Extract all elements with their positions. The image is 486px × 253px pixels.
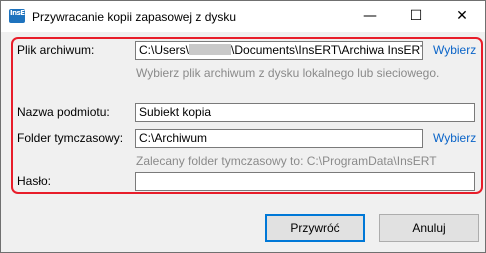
archive-file-field[interactable]: C:\Users\ \Documents\InsERT\Archiwa InsER… <box>135 41 423 60</box>
archive-hint: Wybierz plik archiwum z dysku lokalnego … <box>136 66 440 80</box>
archive-path-suffix: \Documents\InsERT\Archiwa InsERT <box>231 43 423 57</box>
archive-browse-link[interactable]: Wybierz <box>433 43 476 57</box>
archive-path-prefix: C:\Users\ <box>139 43 190 57</box>
temp-folder-browse-link[interactable]: Wybierz <box>433 131 476 145</box>
password-label: Hasło: <box>17 174 52 188</box>
minimize-button[interactable]: — <box>347 1 393 32</box>
temp-folder-input[interactable]: C:\Archiwum <box>135 129 423 148</box>
close-button[interactable]: ✕ <box>439 1 485 32</box>
title-bar[interactable]: InsERT Przywracanie kopii zapasowej z dy… <box>1 1 485 32</box>
maximize-button[interactable]: ☐ <box>393 1 439 32</box>
insert-app-icon: InsERT <box>9 9 34 23</box>
restore-button[interactable]: Przywróć <box>265 214 365 242</box>
cancel-button[interactable]: Anuluj <box>379 214 479 242</box>
password-input[interactable] <box>135 172 475 191</box>
entity-name-label: Nazwa podmiotu: <box>17 105 110 119</box>
temp-folder-hint: Zalecany folder tymczasowy to: C:\Progra… <box>136 154 437 168</box>
restore-backup-dialog: InsERT Przywracanie kopii zapasowej z dy… <box>0 0 486 253</box>
entity-name-input[interactable]: Subiekt kopia <box>135 103 475 122</box>
archive-file-label: Plik archiwum: <box>17 43 95 57</box>
window-title: Przywracanie kopii zapasowej z dysku <box>32 10 237 24</box>
temp-folder-label: Folder tymczasowy: <box>17 131 124 145</box>
redacted-username <box>189 44 232 55</box>
